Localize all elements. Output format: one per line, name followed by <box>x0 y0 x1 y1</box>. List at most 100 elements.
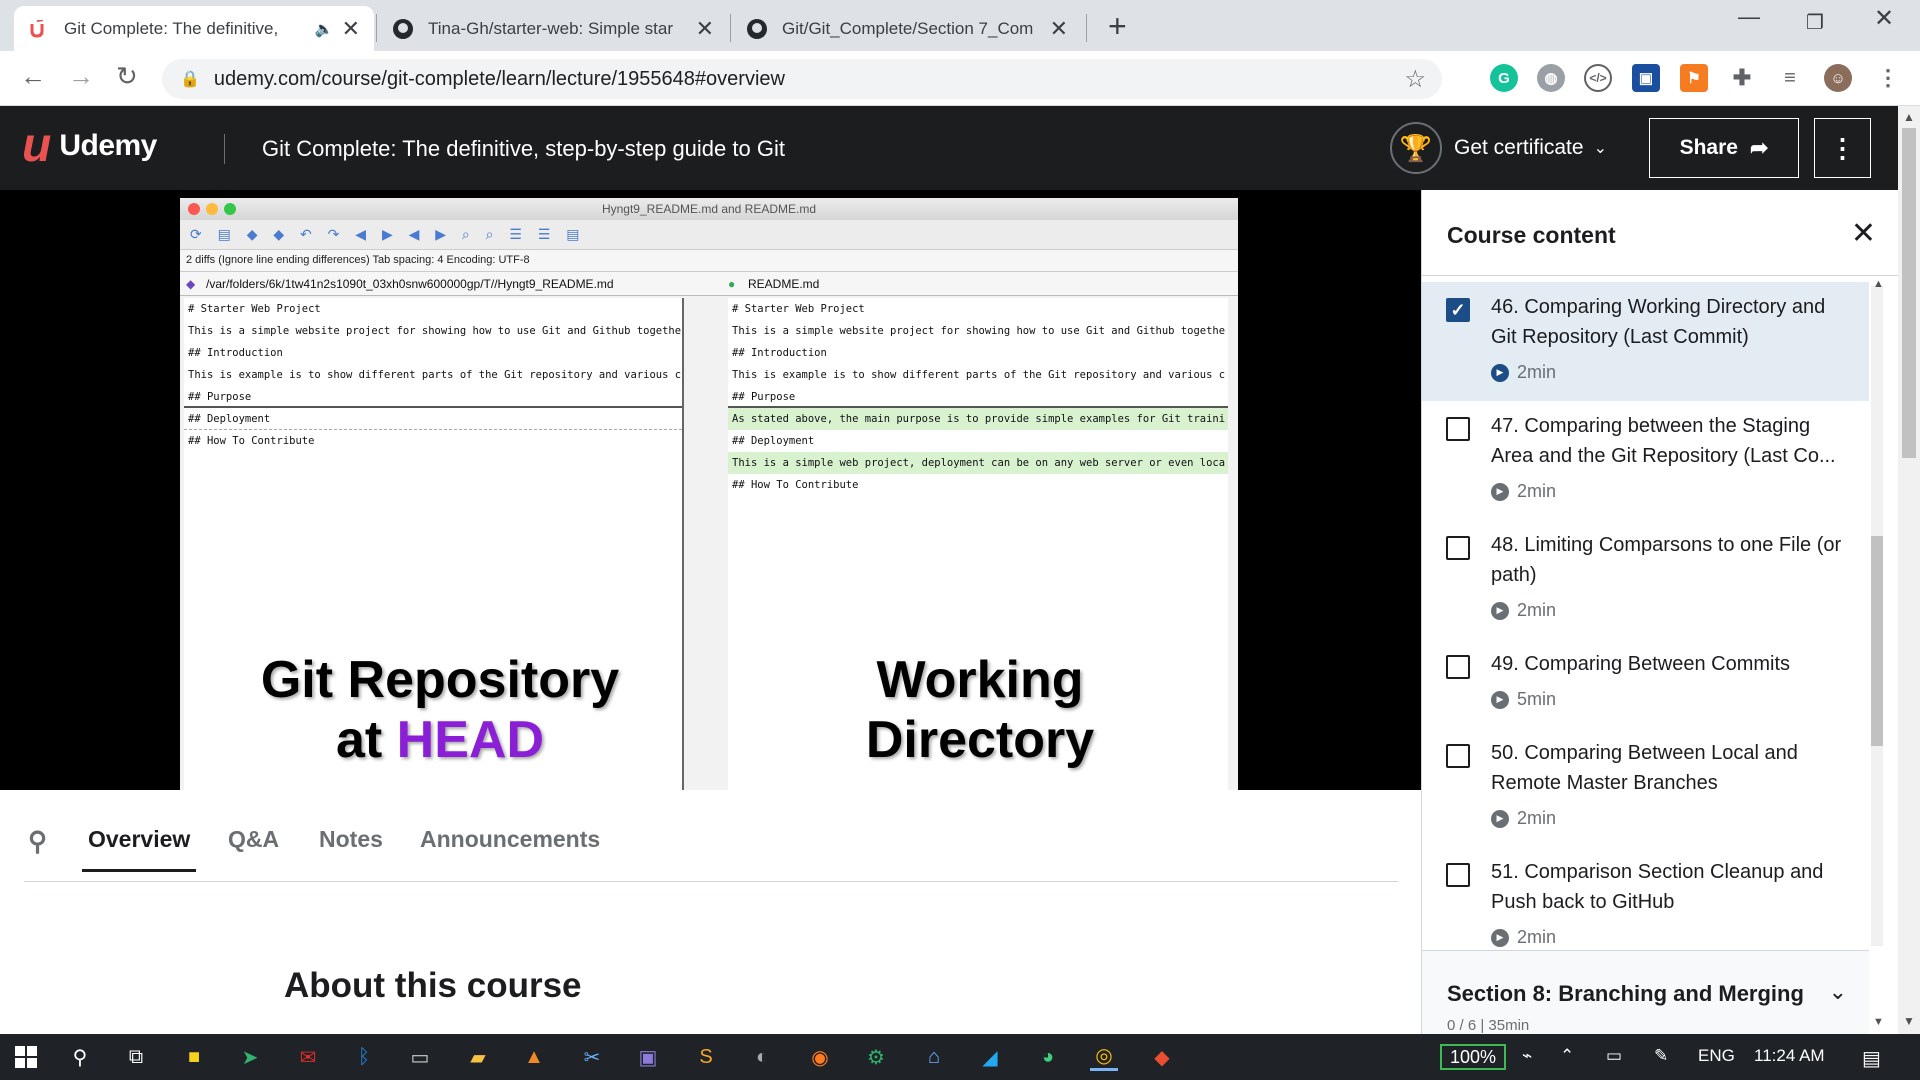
close-tab-icon[interactable]: ✕ <box>1050 17 1068 40</box>
network-icon[interactable]: ▭ <box>1606 1046 1622 1066</box>
mail-app-icon[interactable]: ✉ <box>294 1043 322 1071</box>
left-path: /var/folders/6k/1tw41n2s1090t_03xh0snw60… <box>206 277 614 291</box>
extensions-puzzle-icon[interactable]: ✚ <box>1728 64 1756 92</box>
screen-extension-icon[interactable]: ▣ <box>1632 64 1660 92</box>
lecture-checkbox[interactable] <box>1446 863 1470 887</box>
course-title[interactable]: Git Complete: The definitive, step-by-st… <box>262 136 785 162</box>
power-icon[interactable]: ⌁ <box>1522 1046 1532 1066</box>
media-control-icon[interactable]: ≡ <box>1776 64 1804 92</box>
lecture-duration: ▶ 2min <box>1491 808 1556 829</box>
matlab-icon[interactable]: ▲ <box>520 1043 548 1071</box>
bluetooth-icon[interactable]: ᛒ <box>350 1043 378 1071</box>
play-icon: ▶ <box>1491 601 1509 620</box>
grammarly-extension-icon[interactable]: G <box>1490 64 1518 92</box>
speaker-icon[interactable]: 🔈 <box>315 20 334 38</box>
tab-announcements[interactable]: Announcements <box>420 826 600 853</box>
code-extension-icon[interactable]: </> <box>1584 64 1612 92</box>
eclipse-icon[interactable]: ◐ <box>748 1043 776 1071</box>
lecture-checkbox[interactable] <box>1446 744 1470 768</box>
clock[interactable]: 11:24 AM <box>1754 1046 1825 1066</box>
search-icon[interactable]: ⚲ <box>28 826 47 857</box>
chrome-icon[interactable]: ◎ <box>1090 1043 1118 1071</box>
settings-gear-icon[interactable]: ⚙ <box>862 1043 890 1071</box>
reload-button[interactable]: ↻ <box>116 63 138 89</box>
logo-text: Udemy <box>59 129 157 162</box>
file-explorer-icon[interactable]: ▰ <box>464 1043 492 1071</box>
new-tab-button[interactable]: + <box>1108 10 1127 42</box>
pen-icon[interactable]: ✎ <box>1654 1046 1668 1066</box>
page-scrollbar[interactable]: ▲ ▼ <box>1898 106 1920 1034</box>
git-icon[interactable]: ◆ <box>1148 1043 1176 1071</box>
udemy-logo[interactable]: u Udemy <box>22 122 157 170</box>
play-icon: ▶ <box>1491 928 1509 947</box>
tab-title: Tina-Gh/starter-web: Simple star <box>428 18 673 38</box>
sublime-text-icon[interactable]: S <box>692 1043 720 1071</box>
play-icon: ▶ <box>1491 482 1509 501</box>
lecture-item[interactable]: 49. Comparing Between Commits ▶ 5min <box>1422 639 1869 728</box>
orange-extension-icon[interactable]: ⚑ <box>1680 64 1708 92</box>
udemy-header: u Udemy Git Complete: The definitive, st… <box>0 106 1898 190</box>
app-icon[interactable]: ▣ <box>634 1043 662 1071</box>
forward-button[interactable]: → <box>68 63 94 89</box>
diff-toolbar: ⟳ ▤ ◆ ◆ ↶ ↷ ◀ ▶ ◀ ▶ ⌕ ⌕ ☰ ☰ ▤ <box>180 220 1238 250</box>
lecture-item[interactable]: 47. Comparing between the Staging Area a… <box>1422 401 1869 520</box>
close-tab-icon[interactable]: ✕ <box>696 17 714 40</box>
close-tab-icon[interactable]: ✕ <box>342 17 360 40</box>
lecture-item[interactable]: ✓ 46. Comparing Working Directory and Gi… <box>1422 282 1869 401</box>
section-header[interactable]: Section 8: Branching and Merging ⌄ 0 / 6… <box>1422 950 1869 1034</box>
back-button[interactable]: ← <box>20 63 46 89</box>
profile-avatar[interactable]: ☺ <box>1824 64 1852 92</box>
browser-tab-github-section7[interactable]: Git/Git_Complete/Section 7_Com ✕ <box>732 6 1082 51</box>
more-options-button[interactable]: ⋮ <box>1814 118 1871 178</box>
notifications-icon[interactable]: ▤ <box>1862 1046 1881 1071</box>
bookmark-star-icon[interactable]: ☆ <box>1404 65 1426 94</box>
chrome-menu-icon[interactable]: ⋮ <box>1874 64 1902 92</box>
task-view-icon[interactable]: ⧉ <box>122 1043 150 1071</box>
lecture-item[interactable]: 48. Limiting Comparsons to one File (or … <box>1422 520 1869 639</box>
video-player[interactable]: Hyngt9_README.md and README.md ⟳ ▤ ◆ ◆ ↶… <box>0 190 1421 790</box>
browser-tab-udemy[interactable]: Git Complete: The definitive, 🔈 ✕ <box>14 6 374 51</box>
windows-start-icon[interactable] <box>12 1043 40 1071</box>
play-icon: ▶ <box>1491 690 1509 709</box>
zoom-indicator[interactable]: 100% <box>1440 1044 1506 1070</box>
lecture-title: 51. Comparison Section Cleanup and Push … <box>1491 861 1824 913</box>
tab-overview[interactable]: Overview <box>81 826 197 872</box>
chevron-up-icon[interactable]: ⌃ <box>1560 1046 1574 1066</box>
send-app-icon[interactable]: ➤ <box>236 1043 264 1071</box>
network-app-icon[interactable]: ⌂ <box>920 1043 948 1071</box>
close-icon[interactable]: ✕ <box>1851 216 1876 251</box>
sidebar-scrollbar[interactable] <box>1871 286 1883 946</box>
browser-tab-github-starter[interactable]: Tina-Gh/starter-web: Simple star ✕ <box>378 6 728 51</box>
minimize-button[interactable]: — <box>1738 4 1760 30</box>
github-icon <box>392 18 414 40</box>
scroll-down-arrow[interactable]: ▼ <box>1873 1016 1884 1028</box>
edge-icon[interactable]: ◕ <box>1034 1043 1062 1071</box>
scroll-up-arrow[interactable]: ▲ <box>1873 278 1884 290</box>
lecture-duration: ▶ 2min <box>1491 927 1556 948</box>
vscode-icon[interactable]: ◢ <box>976 1043 1004 1071</box>
language-indicator[interactable]: ENG <box>1698 1046 1735 1066</box>
globe-extension-icon[interactable]: ◍ <box>1537 64 1565 92</box>
snipping-tool-icon[interactable]: ✂ <box>578 1043 606 1071</box>
lecture-title: 49. Comparing Between Commits <box>1491 653 1791 675</box>
tab-notes[interactable]: Notes <box>319 826 383 853</box>
restore-button[interactable]: ❐ <box>1806 10 1824 35</box>
lecture-checkbox[interactable] <box>1446 655 1470 679</box>
lecture-checkbox[interactable] <box>1446 417 1470 441</box>
lecture-item[interactable]: 50. Comparing Between Local and Remote M… <box>1422 728 1869 847</box>
get-certificate-button[interactable]: 🏆 Get certificate ⌄ <box>1390 122 1607 174</box>
address-bar[interactable]: 🔒 udemy.com/course/git-complete/learn/le… <box>162 59 1442 99</box>
share-button[interactable]: Share ➦ <box>1649 118 1799 178</box>
search-icon[interactable]: ⚲ <box>66 1043 94 1071</box>
lecture-checkbox[interactable]: ✓ <box>1446 298 1470 322</box>
chevron-down-icon: ⌄ <box>1828 979 1847 1004</box>
sticky-notes-icon[interactable]: ■ <box>180 1043 208 1071</box>
close-window-button[interactable]: ✕ <box>1874 4 1894 33</box>
lecture-item[interactable]: 51. Comparison Section Cleanup and Push … <box>1422 847 1869 950</box>
diff-info: 2 diffs (Ignore line ending differences)… <box>180 250 1238 272</box>
terminal-icon[interactable]: ▭ <box>406 1043 434 1071</box>
firefox-icon[interactable]: ◉ <box>806 1043 834 1071</box>
lecture-checkbox[interactable] <box>1446 536 1470 560</box>
diff-window-title: Hyngt9_README.md and README.md <box>180 198 1238 220</box>
tab-qa[interactable]: Q&A <box>228 826 279 853</box>
